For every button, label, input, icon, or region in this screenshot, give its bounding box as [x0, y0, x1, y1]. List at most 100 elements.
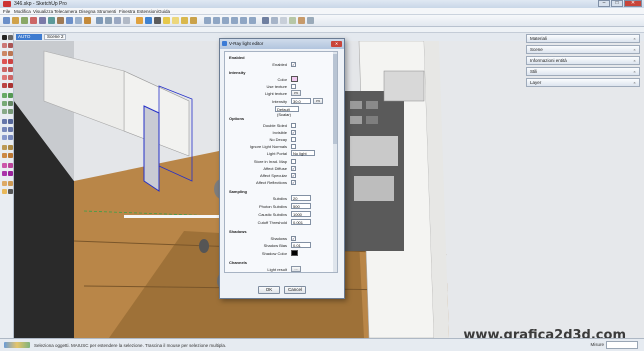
xray-icon[interactable] [262, 17, 269, 24]
freehand-tool-icon[interactable] [8, 59, 13, 64]
front-view-icon[interactable] [222, 17, 229, 24]
scale-tool-icon[interactable] [2, 83, 7, 88]
menu-disegna[interactable]: Disegna [79, 9, 96, 14]
menu-visualizza[interactable]: Visualizza [33, 9, 53, 14]
menu-modifica[interactable]: Modifica [14, 9, 31, 14]
left-view-icon[interactable] [249, 17, 256, 24]
eraser-icon[interactable] [30, 17, 37, 24]
panel-scene[interactable]: Scene × [526, 45, 640, 54]
invisible-checkbox[interactable]: ✓ [291, 130, 296, 135]
move-icon[interactable] [66, 17, 73, 24]
offset-icon[interactable] [84, 17, 91, 24]
line-tool-icon[interactable] [8, 43, 13, 48]
iso-view-icon[interactable] [204, 17, 211, 24]
paint-icon[interactable] [12, 17, 19, 24]
right-view-icon[interactable] [231, 17, 238, 24]
rotate-tool-icon[interactable] [2, 75, 7, 80]
affect-diffuse-checkbox[interactable]: ✓ [291, 166, 296, 171]
orbit-tool-icon[interactable] [2, 119, 7, 124]
text-tool-icon[interactable] [8, 101, 13, 106]
orbit-icon[interactable] [96, 17, 103, 24]
tab-auto[interactable]: AUTO [16, 34, 42, 40]
close-button[interactable]: ✕ [624, 0, 642, 7]
no-decay-checkbox[interactable] [291, 137, 296, 142]
shadow-color-swatch[interactable] [291, 250, 298, 256]
dimension-icon[interactable] [8, 93, 13, 98]
double-sided-checkbox[interactable] [291, 123, 296, 128]
polygon-tool-icon[interactable] [2, 59, 7, 64]
walk-icon[interactable] [8, 145, 13, 150]
vray-render-icon[interactable] [136, 17, 143, 24]
enabled-checkbox[interactable]: ✓ [291, 62, 296, 67]
ok-button[interactable]: OK [258, 286, 280, 294]
vray-ies-light-icon[interactable] [190, 17, 197, 24]
intensity-map-button[interactable]: m [313, 98, 323, 104]
rectangle-icon[interactable] [39, 17, 46, 24]
maximize-button[interactable]: □ [611, 0, 623, 7]
pencil-icon[interactable] [21, 17, 28, 24]
vray-options-icon[interactable] [145, 17, 152, 24]
tape-measure-icon[interactable] [2, 93, 7, 98]
panel-materiali[interactable]: Materiali × [526, 34, 640, 43]
position-camera-icon[interactable] [2, 145, 7, 150]
panel-layer[interactable]: Layer × [526, 78, 640, 87]
menu-guida[interactable]: Guida [158, 9, 170, 14]
close-icon[interactable]: × [632, 80, 637, 85]
dialog-close-button[interactable]: ✕ [331, 41, 342, 47]
axes-icon[interactable] [2, 109, 7, 114]
vray-frame-buffer-icon[interactable] [154, 17, 161, 24]
wireframe-icon[interactable] [271, 17, 278, 24]
push-pull-icon[interactable] [57, 17, 64, 24]
zoom-tool-icon[interactable] [2, 127, 7, 132]
menu-telecamera[interactable]: Telecamera [54, 9, 77, 14]
panel-informazioni-entita[interactable]: Informazioni entità × [526, 56, 640, 65]
look-around-icon[interactable] [2, 153, 7, 158]
vray-omni-light-icon[interactable] [163, 17, 170, 24]
drape-icon[interactable] [2, 171, 7, 176]
sandbox-icon[interactable] [2, 163, 7, 168]
back-view-icon[interactable] [240, 17, 247, 24]
affect-specular-checkbox[interactable]: ✓ [291, 173, 296, 178]
tab-scene-2[interactable]: Scene 2 [44, 34, 66, 40]
arc-tool-icon[interactable] [8, 51, 13, 56]
light-color-swatch[interactable] [291, 76, 298, 82]
pan-tool-icon[interactable] [8, 119, 13, 124]
light-result-button[interactable]: ... [291, 266, 301, 272]
warehouse-icon[interactable] [2, 181, 7, 186]
caustic-subdivs-field[interactable]: 1000 [291, 211, 311, 217]
circle-tool-icon[interactable] [2, 51, 7, 56]
monochrome-icon[interactable] [307, 17, 314, 24]
top-view-icon[interactable] [213, 17, 220, 24]
menu-file[interactable]: File [3, 9, 10, 14]
shadow-bias-field[interactable]: 0.01 [291, 242, 311, 248]
minimize-button[interactable]: – [598, 0, 610, 7]
close-icon[interactable]: × [632, 36, 637, 41]
photon-subdivs-field[interactable]: 500 [291, 203, 311, 209]
extension-icon[interactable] [8, 189, 13, 194]
menu-finestra[interactable]: Finestra [119, 9, 135, 14]
light-texture-button[interactable]: m [291, 90, 301, 96]
rotate-icon[interactable] [75, 17, 82, 24]
share-model-icon[interactable] [8, 181, 13, 186]
measurements-box[interactable] [606, 341, 638, 349]
use-texture-checkbox[interactable] [291, 84, 296, 89]
panel-stili[interactable]: Stili × [526, 67, 640, 76]
menu-strumenti[interactable]: Strumenti [97, 9, 116, 14]
close-icon[interactable]: × [632, 47, 637, 52]
previous-view-icon[interactable] [2, 135, 7, 140]
zoom-extents-tool-icon[interactable] [8, 135, 13, 140]
vray-spot-light-icon[interactable] [181, 17, 188, 24]
vray-rect-light-icon[interactable] [172, 17, 179, 24]
shaded-textures-icon[interactable] [298, 17, 305, 24]
zoom-window-icon[interactable] [8, 127, 13, 132]
push-pull-tool-icon[interactable] [8, 67, 13, 72]
affect-reflections-checkbox[interactable]: ✓ [291, 180, 296, 185]
add-detail-icon[interactable] [8, 171, 13, 176]
move-tool-icon[interactable] [2, 67, 7, 72]
zoom-extents-icon[interactable] [123, 17, 130, 24]
units-select[interactable]: Default (Scalar) [275, 106, 299, 117]
cancel-button[interactable]: Cancel [284, 286, 306, 294]
follow-me-icon[interactable] [8, 75, 13, 80]
select-tool-icon[interactable] [3, 17, 10, 24]
circle-icon[interactable] [48, 17, 55, 24]
